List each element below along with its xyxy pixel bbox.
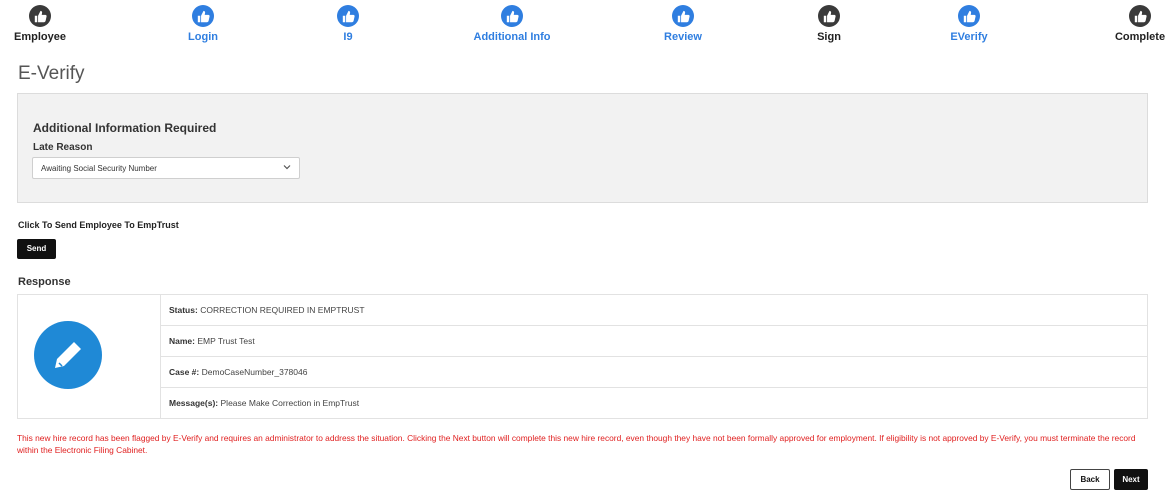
progress-stepper: Employee Login I9 Additional Info Review… [0, 0, 1169, 52]
step-label: Additional Info [473, 31, 551, 43]
thumbs-up-icon [1129, 5, 1151, 27]
step-i9[interactable]: I9 [293, 5, 403, 43]
status-label: Status: [169, 305, 198, 315]
name-value: EMP Trust Test [197, 336, 255, 346]
step-review[interactable]: Review [628, 5, 738, 43]
case-value: DemoCaseNumber_378046 [201, 367, 308, 377]
response-heading: Response [18, 276, 71, 288]
thumbs-up-icon [958, 5, 980, 27]
send-button[interactable]: Send [17, 239, 56, 259]
step-additional-info[interactable]: Additional Info [457, 5, 567, 43]
thumbs-up-icon [29, 5, 51, 27]
step-label: Sign [817, 31, 841, 43]
thumbs-up-icon [818, 5, 840, 27]
step-label: Review [664, 31, 702, 43]
message-value: Please Make Correction in EmpTrust [220, 398, 360, 408]
step-label: Employee [14, 31, 66, 43]
back-button[interactable]: Back [1070, 469, 1110, 490]
response-table: Status: CORRECTION REQUIRED IN EMPTRUST … [17, 294, 1148, 419]
thumbs-up-icon [337, 5, 359, 27]
chevron-down-icon [283, 165, 291, 170]
pencil-icon [34, 321, 102, 389]
late-reason-select[interactable]: Awaiting Social Security Number [32, 157, 300, 179]
panel-heading: Additional Information Required [33, 121, 217, 135]
status-value: CORRECTION REQUIRED IN EMPTRUST [200, 305, 365, 315]
step-employee[interactable]: Employee [0, 5, 95, 43]
page-title: E-Verify [18, 63, 85, 84]
step-complete[interactable]: Complete [1085, 5, 1169, 43]
case-row: Case #: DemoCaseNumber_378046 [160, 357, 1147, 388]
name-row: Name: EMP Trust Test [160, 326, 1147, 357]
step-label: EVerify [950, 31, 988, 43]
status-row: Status: CORRECTION REQUIRED IN EMPTRUST [160, 295, 1147, 326]
next-button[interactable]: Next [1114, 469, 1148, 490]
thumbs-up-icon [672, 5, 694, 27]
late-reason-value: Awaiting Social Security Number [41, 164, 157, 173]
additional-info-panel: Additional Information Required Late Rea… [17, 93, 1148, 203]
thumbs-up-icon [192, 5, 214, 27]
message-row: Message(s): Please Make Correction in Em… [160, 388, 1147, 419]
step-label: I9 [343, 31, 353, 43]
step-everify[interactable]: EVerify [914, 5, 1024, 43]
case-label: Case #: [169, 367, 200, 377]
late-reason-label: Late Reason [33, 142, 93, 153]
step-label: Complete [1114, 31, 1166, 43]
send-heading: Click To Send Employee To EmpTrust [18, 220, 179, 230]
step-sign[interactable]: Sign [774, 5, 884, 43]
message-label: Message(s): [169, 398, 219, 408]
step-label: Login [188, 31, 218, 43]
name-label: Name: [169, 336, 195, 346]
step-login[interactable]: Login [148, 5, 258, 43]
response-icon-cell [18, 295, 161, 418]
everify-warning-text: This new hire record has been flagged by… [17, 433, 1136, 455]
thumbs-up-icon [501, 5, 523, 27]
